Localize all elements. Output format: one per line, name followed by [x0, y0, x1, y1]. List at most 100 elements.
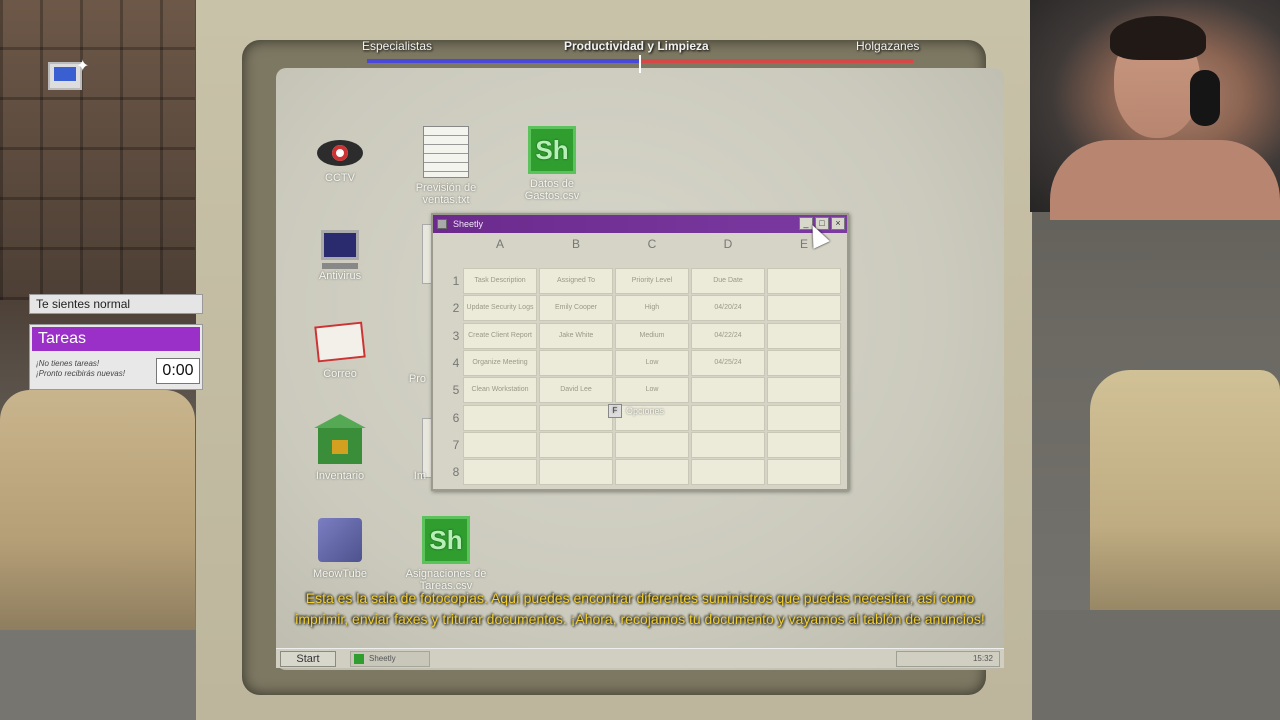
computer-icon [321, 230, 359, 269]
progress-marker [639, 55, 641, 73]
sheet-cell[interactable]: Low [615, 349, 689, 376]
sheet-cell[interactable] [767, 322, 841, 349]
window-title-bar[interactable]: Sheetly [433, 215, 847, 233]
sheet-cell[interactable]: 04/25/24 [691, 349, 765, 376]
app-icon [437, 219, 447, 229]
progress-fill-specialists [367, 59, 640, 63]
desktop-icon-cctv[interactable]: CCTV [295, 132, 385, 184]
partial-label-text: Im [413, 470, 426, 482]
sheet-cell[interactable]: 04/22/24 [691, 322, 765, 349]
tasks-message-line: ¡Pronto recibirás nuevas! [36, 369, 125, 378]
sheet-cell[interactable] [767, 268, 841, 294]
partial-label-text: Pro [408, 373, 426, 385]
window-title: Sheetly [453, 219, 484, 229]
sheet-cell[interactable] [767, 349, 841, 376]
taskbar-item-sheetly[interactable]: Sheetly [350, 651, 430, 667]
sheet-cell[interactable]: High [615, 295, 689, 322]
taskbar-item-label: Sheetly [369, 654, 396, 663]
progress-fill-slackers [640, 59, 913, 63]
start-button[interactable]: Start [280, 651, 336, 667]
desktop-icon-label: Antivirus [318, 270, 362, 282]
subtitle-line: imprimir, enviar faxes y triturar docume… [295, 611, 985, 627]
room-floor-left [0, 630, 200, 720]
sheet-cell[interactable]: Medium [615, 322, 689, 349]
desktop-icon-task-assignments[interactable]: Sh Asignaciones de Tareas.csv [401, 516, 491, 592]
sheet-cell[interactable] [615, 431, 689, 458]
sheet-cell[interactable] [463, 459, 537, 486]
sheet-cell[interactable] [539, 431, 613, 458]
progress-center-label: Productividad y Limpieza [564, 39, 709, 53]
progress-right-label: Holgazanes [856, 39, 920, 53]
sheet-cell[interactable] [767, 459, 841, 486]
desktop-icon-inventory[interactable]: Inventario [295, 414, 385, 482]
sheet-cell[interactable] [767, 404, 841, 431]
room-floor-right [1030, 610, 1280, 720]
taskbar: Start Sheetly 15:32 [276, 648, 1004, 668]
sheet-cell[interactable]: Emily Cooper [539, 295, 613, 322]
close-button[interactable]: × [831, 217, 845, 230]
desktop-icon-antivirus[interactable]: Antivirus [295, 230, 385, 282]
sheet-cell[interactable]: Assigned To [539, 268, 613, 294]
tasks-title: Tareas [32, 327, 200, 351]
sheetly-window[interactable]: Sheetly _ □ × A B C D E 1 Task Description Assi… [431, 213, 849, 491]
sheet-cell[interactable] [539, 349, 613, 376]
warehouse-icon [314, 414, 366, 464]
desktop-icon-label: Previsión de ventas.txt [415, 182, 477, 206]
sheet-cell[interactable] [539, 404, 613, 431]
sheet-cell[interactable] [463, 431, 537, 458]
sheet-cell[interactable] [691, 404, 765, 431]
tasks-panel: Tareas ¡No tienes tareas! ¡Pronto recibi… [29, 324, 203, 390]
column-header[interactable]: B [539, 237, 613, 253]
column-header[interactable]: C [615, 237, 689, 253]
sheet-cell[interactable]: Task Description [463, 268, 537, 294]
room-sofa-right [1090, 370, 1280, 630]
sheet-cell[interactable] [767, 377, 841, 404]
column-header[interactable]: A [463, 237, 537, 253]
spark-icon: ✦ [76, 58, 90, 75]
sheet-cell[interactable]: 04/20/24 [691, 295, 765, 322]
room-window [0, 0, 195, 300]
options-label: Opciones [626, 406, 665, 416]
taskbar-clock: 15:32 [896, 651, 1000, 667]
sheet-cell[interactable] [463, 404, 537, 431]
desktop-icon-mail[interactable]: Correo [295, 321, 385, 380]
sheetly-icon [354, 654, 364, 664]
dialogue-subtitle: Esta es la sala de fotocopias. Aquí pued… [240, 588, 1040, 630]
sheetly-file-icon: Sh [422, 516, 470, 564]
sheet-cell[interactable] [767, 431, 841, 458]
sheet-cell[interactable]: Jake White [539, 322, 613, 349]
sheet-cell[interactable]: Organize Meeting [463, 349, 537, 376]
desktop-icon-expenses-csv[interactable]: Sh Datos de Gastos.csv [507, 126, 597, 202]
sheet-cell[interactable]: Low [615, 377, 689, 404]
cat-video-icon [318, 518, 362, 562]
sheet-cell[interactable] [691, 431, 765, 458]
sheet-cell[interactable]: David Lee [539, 377, 613, 404]
webcam-person-hair [1110, 16, 1206, 60]
sheet-cell[interactable] [691, 377, 765, 404]
sheet-cell[interactable] [767, 295, 841, 322]
desktop-icon-label: Datos de Gastos.csv [524, 178, 580, 202]
sheet-cell[interactable] [615, 459, 689, 486]
sheet-cell[interactable] [539, 459, 613, 486]
column-header[interactable]: D [691, 237, 765, 253]
sheet-cell[interactable]: Due Date [691, 268, 765, 294]
sheet-cell[interactable]: Clean Workstation [463, 377, 537, 404]
partially-hidden-label: Pro [376, 373, 426, 385]
sheet-cell[interactable] [691, 459, 765, 486]
desktop-icon-label: MeowTube [312, 568, 367, 580]
desktop-icon-sales-forecast[interactable]: Previsión de ventas.txt [401, 126, 491, 206]
options-hint: F Opciones [606, 403, 668, 419]
column-header[interactable]: E [767, 237, 841, 253]
sheet-cell[interactable]: Priority Level [615, 268, 689, 294]
sheet-cell[interactable]: Update Security Logs [463, 295, 537, 322]
key-hint-icon: F [608, 404, 622, 418]
desktop-icon-meowtube[interactable]: MeowTube [295, 518, 385, 580]
streamer-webcam [1030, 0, 1280, 220]
tasks-message: ¡No tienes tareas! ¡Pronto recibirás nue… [36, 359, 150, 379]
sheet-cell[interactable]: Create Client Report [463, 322, 537, 349]
mood-status: Te sientes normal [29, 294, 203, 314]
desktop-icon-label: Inventario [315, 470, 365, 482]
progress-left-label: Especialistas [362, 39, 433, 53]
game-scene: CCTV Previsión de ventas.txt Sh Datos de… [0, 0, 1280, 720]
subtitle-line: Esta es la sala de fotocopias. Aquí pued… [305, 590, 975, 606]
